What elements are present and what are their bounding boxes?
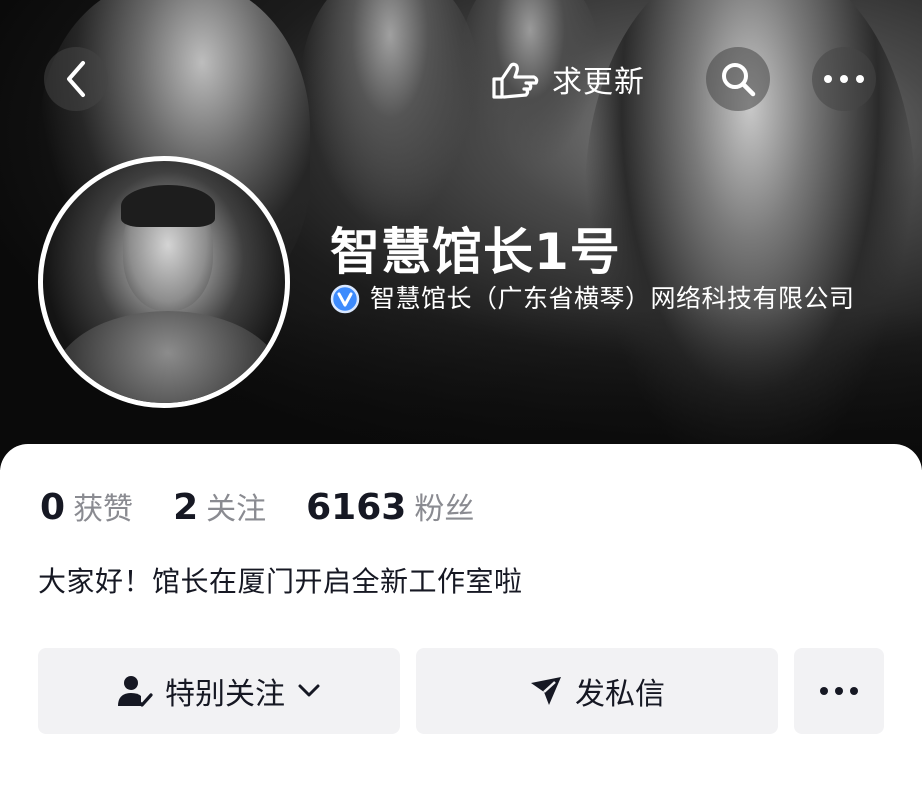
profile-info-card: 0 获赞 2 关注 6163 粉丝 大家好！馆长在厦门开启全新工作室啦 特别关注… xyxy=(0,444,922,789)
user-check-icon xyxy=(118,676,153,707)
send-message-label: 发私信 xyxy=(575,677,665,712)
request-update-label: 求更新 xyxy=(552,65,645,100)
more-dots-icon xyxy=(820,687,858,695)
profile-bio: 大家好！馆长在厦门开启全新工作室啦 xyxy=(38,565,523,598)
stat-label: 粉丝 xyxy=(414,492,475,527)
stats-row: 0 获赞 2 关注 6163 粉丝 xyxy=(40,484,474,528)
avatar[interactable] xyxy=(38,156,290,408)
back-button[interactable] xyxy=(44,47,108,111)
avatar-photo-hair xyxy=(121,185,215,227)
send-arrow-icon xyxy=(531,677,561,705)
more-options-button[interactable] xyxy=(812,47,876,111)
stat-value: 0 xyxy=(40,487,66,528)
stat-label: 获赞 xyxy=(73,492,134,527)
verified-org-name: 智慧馆长（广东省横琴）网络科技有限公司 xyxy=(370,284,855,313)
special-follow-button[interactable]: 特别关注 xyxy=(38,648,400,734)
banner-photo-figure xyxy=(300,0,480,230)
profile-banner: 求更新 智慧馆长1号 智慧馆长（广东省横琴）网络科技有限公司 xyxy=(0,0,922,470)
verified-v-icon xyxy=(330,284,360,314)
request-update-button[interactable]: 求更新 xyxy=(478,48,671,110)
more-dots-icon xyxy=(824,75,864,83)
more-actions-button[interactable] xyxy=(794,648,884,734)
back-chevron-icon xyxy=(67,61,85,97)
stat-followers[interactable]: 6163 粉丝 xyxy=(306,484,474,528)
stat-following[interactable]: 2 关注 xyxy=(173,484,266,528)
stat-label: 关注 xyxy=(206,492,267,527)
chevron-down-icon xyxy=(298,684,320,697)
account-name: 智慧馆长1号 xyxy=(330,223,621,281)
hand-point-icon xyxy=(492,62,539,99)
stat-value: 2 xyxy=(173,487,199,528)
send-message-button[interactable]: 发私信 xyxy=(416,648,778,734)
verification-info: 智慧馆长（广东省横琴）网络科技有限公司 xyxy=(330,280,890,318)
stat-likes[interactable]: 0 获赞 xyxy=(40,484,133,528)
search-icon xyxy=(722,63,756,97)
stat-value: 6163 xyxy=(306,487,407,528)
search-button[interactable] xyxy=(706,47,770,111)
special-follow-label: 特别关注 xyxy=(165,677,285,712)
avatar-photo-shoulders xyxy=(53,311,283,403)
